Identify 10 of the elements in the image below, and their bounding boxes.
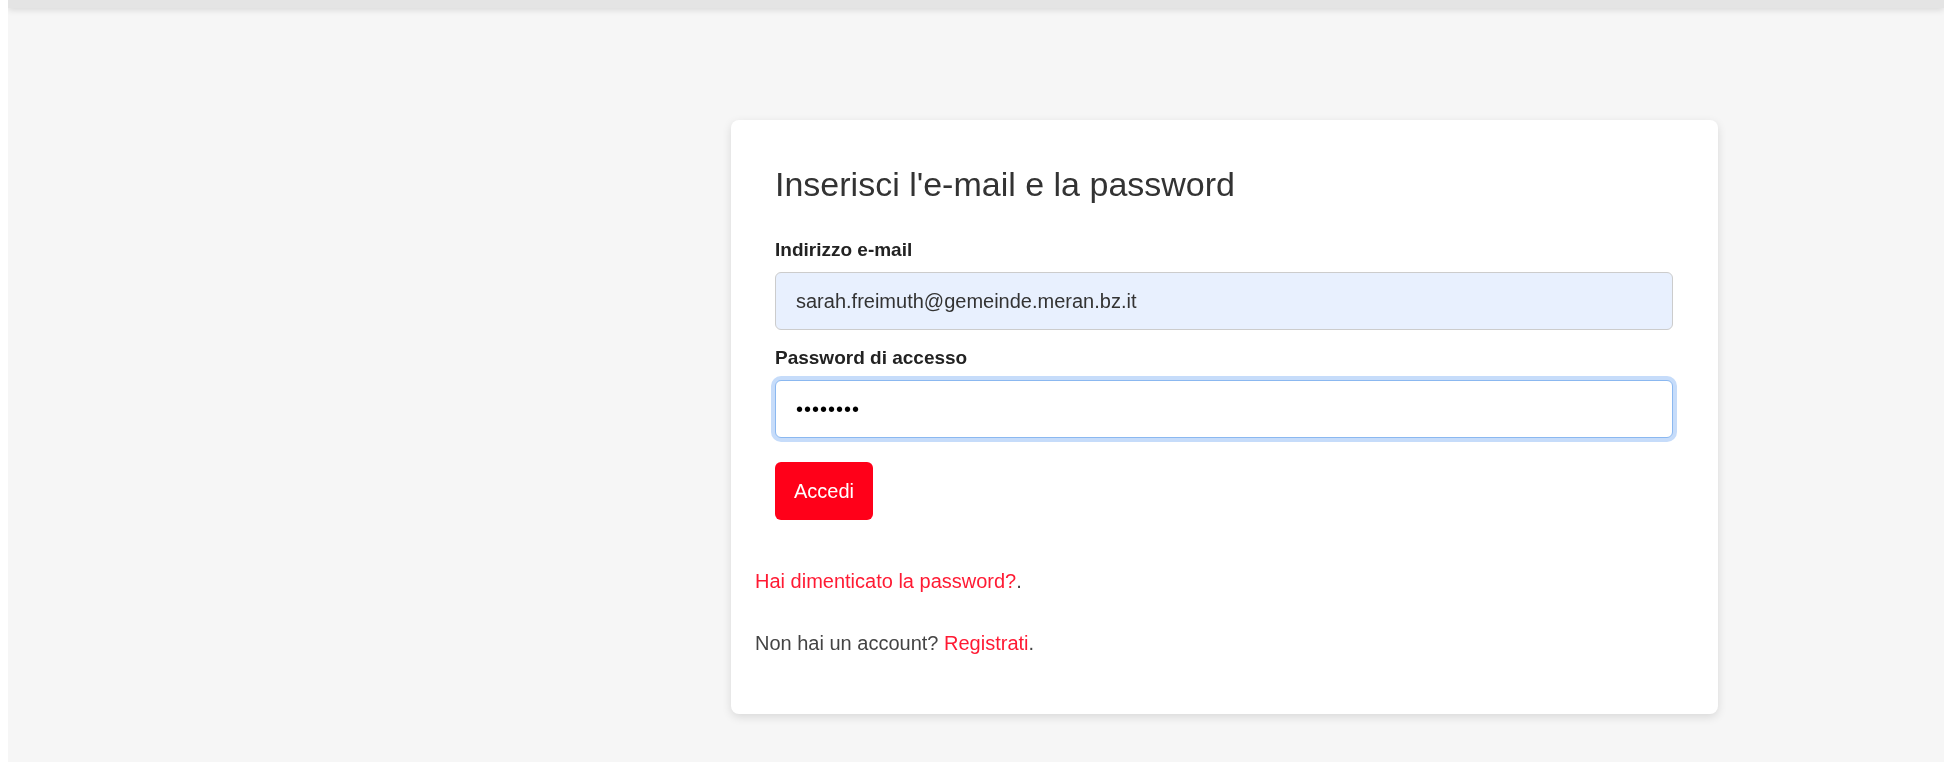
input-field[interactable]: sarah.freimuth@gemeinde.meran.bz.it [775,272,1673,330]
login-button[interactable]: Accedi [775,462,874,520]
input-field[interactable]: •••••••• [775,380,1673,438]
text-link[interactable]: Registrati [944,632,1029,654]
field-label: Indirizzo e-mail [775,238,913,262]
link-text: Non hai un account? Registrati. [755,631,1035,656]
form-title: Inserisci l'e-mail e la password [775,164,1235,205]
text-link[interactable]: Hai dimenticato la password? [755,570,1017,592]
link-text: Hai dimenticato la password?. [755,569,1022,594]
field-label: Password di accesso [775,346,968,370]
